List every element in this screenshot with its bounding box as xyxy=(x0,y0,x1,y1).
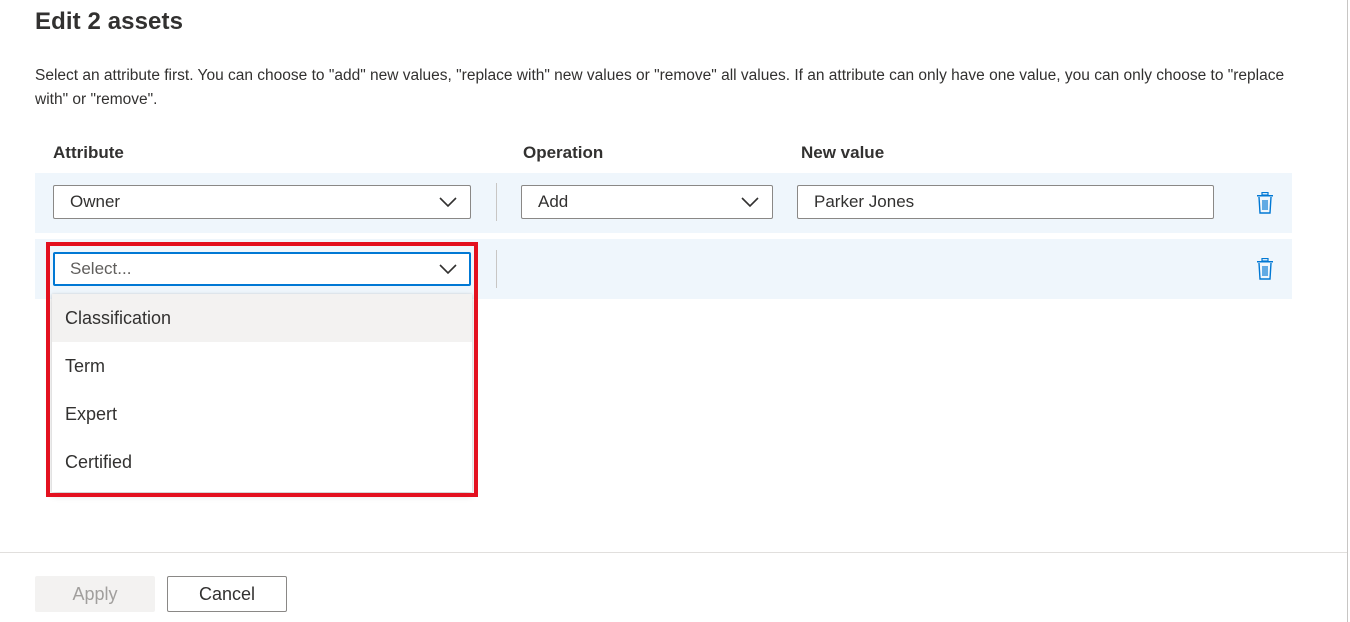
attribute-column-header: Attribute xyxy=(53,143,124,162)
edit-assets-panel: Edit 2 assets Select an attribute first.… xyxy=(0,0,1350,622)
menu-option-expert[interactable]: Expert xyxy=(52,390,472,438)
attribute-placeholder: Select... xyxy=(70,259,132,278)
page-title: Edit 2 assets xyxy=(35,8,184,35)
trash-icon[interactable] xyxy=(1256,192,1274,214)
panel-border xyxy=(1347,0,1348,622)
apply-button[interactable]: Apply xyxy=(35,576,155,612)
attribute-dropdown-row-2[interactable]: Select... xyxy=(53,252,471,286)
menu-option-classification[interactable]: Classification xyxy=(52,294,472,342)
menu-option-term[interactable]: Term xyxy=(52,342,472,390)
new-value-column-header: New value xyxy=(801,143,885,162)
operation-dropdown-row-1[interactable]: Add xyxy=(521,185,773,219)
chevron-down-icon xyxy=(439,197,457,208)
operation-value: Add xyxy=(538,192,569,211)
attribute-options-menu: Classification Term Expert Certified xyxy=(52,294,472,492)
operation-column-header: Operation xyxy=(523,143,604,162)
column-divider xyxy=(496,250,497,288)
trash-icon[interactable] xyxy=(1256,258,1274,280)
new-value-input-row-1[interactable]: Parker Jones xyxy=(797,185,1214,219)
chevron-down-icon xyxy=(741,197,759,208)
column-divider xyxy=(496,183,497,221)
attribute-value: Owner xyxy=(70,192,121,211)
menu-option-certified[interactable]: Certified xyxy=(52,438,472,486)
footer-divider xyxy=(0,552,1347,553)
instructions-text: Select an attribute first. You can choos… xyxy=(35,67,1285,108)
cancel-button[interactable]: Cancel xyxy=(167,576,287,612)
attribute-dropdown-row-1[interactable]: Owner xyxy=(53,185,471,219)
chevron-down-icon xyxy=(439,264,457,275)
